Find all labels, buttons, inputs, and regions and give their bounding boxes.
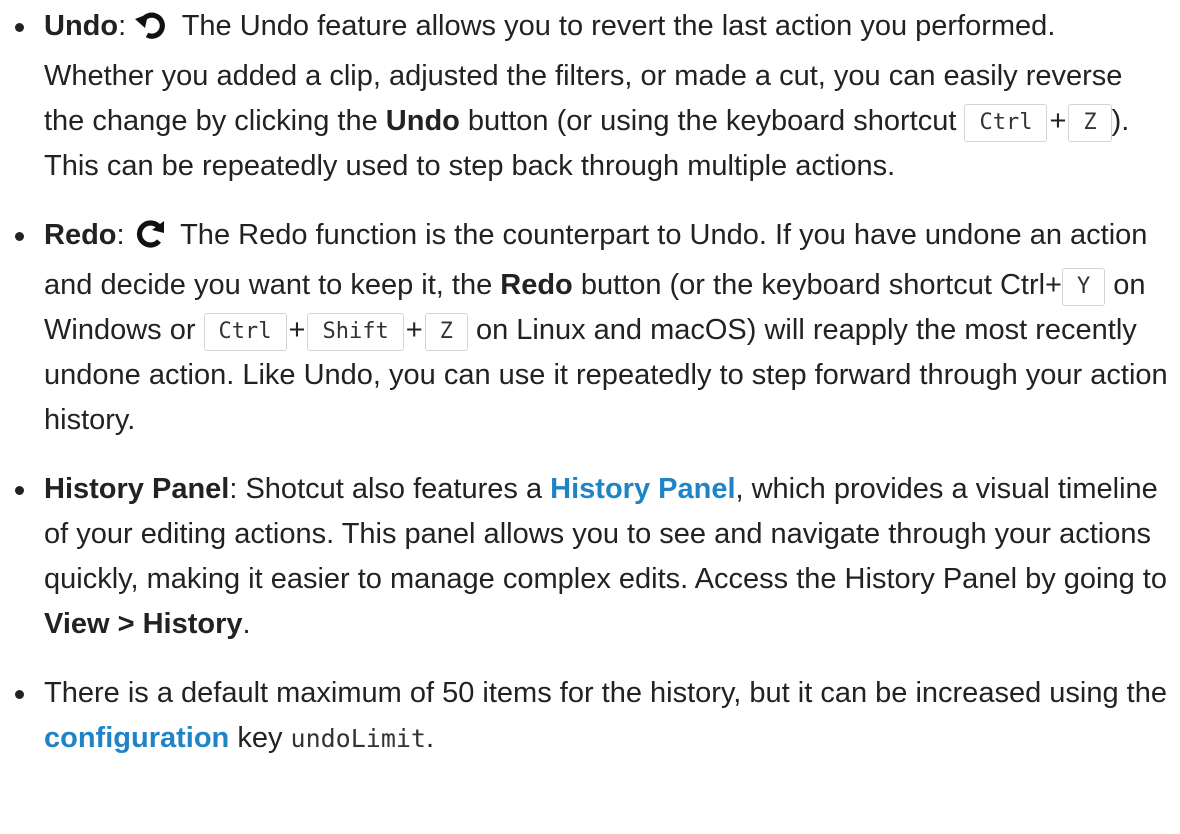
plus-sign: + [1049, 105, 1067, 137]
redo-icon [133, 218, 167, 263]
feature-list: Undo: The Undo feature allows you to rev… [0, 4, 1180, 761]
bullet [15, 232, 24, 241]
key-z: Z [424, 313, 468, 351]
key-z: Z [1068, 104, 1112, 142]
key-ctrl: Ctrl [964, 104, 1048, 142]
key-shift: Shift [307, 313, 404, 351]
key-ctrl: Ctrl [203, 313, 287, 351]
item-text: . [425, 722, 435, 754]
item-title: History Panel [44, 473, 230, 505]
bullet [15, 690, 24, 699]
item-text: . [242, 608, 251, 640]
bullet [15, 23, 24, 32]
item-title: Redo [44, 219, 117, 251]
list-item-undo: Undo: The Undo feature allows you to rev… [0, 4, 1180, 189]
config-key-code: undoLimit [290, 724, 426, 753]
key-y: Y [1062, 268, 1106, 306]
plus-sign: + [405, 314, 423, 346]
list-item-redo: Redo: The Redo function is the counterpa… [0, 213, 1180, 443]
configuration-link[interactable]: configuration [44, 722, 229, 754]
history-panel-link[interactable]: History Panel [550, 473, 735, 505]
separator: : [116, 219, 125, 251]
separator: : [118, 10, 127, 42]
undo-emphasis: Undo [385, 105, 460, 137]
redo-emphasis: Redo [500, 269, 573, 301]
list-item-history-panel: History Panel: Shotcut also features a H… [0, 467, 1180, 647]
undo-icon [134, 9, 168, 54]
item-text: button (or the keyboard shortcut Ctrl+ [572, 269, 1062, 301]
item-text: key [229, 722, 291, 754]
item-title: Undo [44, 10, 119, 42]
item-text: There is a default maximum of 50 items f… [44, 677, 1167, 709]
bullet [15, 486, 24, 495]
item-text: button (or using the keyboard shortcut [459, 105, 965, 137]
list-item-history-limit: There is a default maximum of 50 items f… [0, 671, 1180, 761]
menu-path: View > History [44, 608, 243, 640]
item-text: Shotcut also features a [237, 473, 551, 505]
plus-sign: + [288, 314, 306, 346]
